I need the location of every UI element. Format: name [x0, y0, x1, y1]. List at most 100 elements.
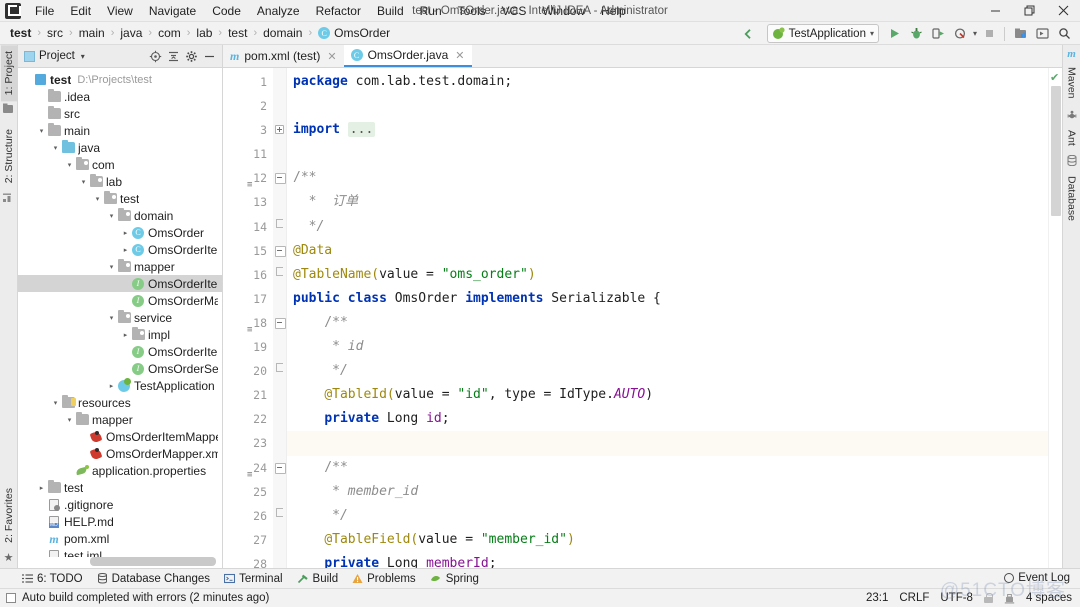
updates-icon[interactable] [1032, 24, 1052, 44]
tree-expand-arrow-icon[interactable]: ▾ [50, 144, 61, 152]
tree-item[interactable]: ▸COmsOrder [18, 224, 222, 241]
line-number[interactable]: 28 [223, 552, 273, 568]
maximize-restore-button[interactable] [1012, 0, 1046, 22]
line-number[interactable]: 21 [223, 383, 273, 407]
fold-expand-icon[interactable] [275, 125, 284, 134]
line-number[interactable]: 14 [223, 215, 273, 239]
run-configuration-selector[interactable]: TestApplication ▾ [767, 24, 879, 43]
sidebar-tab-database[interactable]: Database [1064, 171, 1080, 226]
code-line[interactable] [287, 94, 1048, 118]
breadcrumb-item-main[interactable]: main [77, 25, 107, 41]
menu-item-window[interactable]: Window [534, 1, 593, 21]
menu-item-view[interactable]: View [99, 1, 141, 21]
tree-expand-arrow-icon[interactable]: ▾ [64, 161, 75, 169]
code-text-area[interactable]: package com.lab.test.domain; import ... /*… [287, 68, 1048, 568]
line-number[interactable]: 24≡ [223, 456, 273, 480]
line-number[interactable]: 25 [223, 480, 273, 504]
tree-item[interactable]: testD:\Projects\test [18, 71, 222, 88]
tree-item[interactable]: IOmsOrderServic [18, 360, 222, 377]
tree-item[interactable]: ▾mapper [18, 411, 222, 428]
tree-item[interactable]: ▾test [18, 190, 222, 207]
menu-item-code[interactable]: Code [204, 1, 249, 21]
tree-expand-arrow-icon[interactable]: ▾ [64, 416, 75, 424]
menu-item-analyze[interactable]: Analyze [249, 1, 308, 21]
project-panel-chevron-icon[interactable]: ▾ [81, 52, 85, 61]
sidebar-tab-maven[interactable]: Maven [1064, 62, 1080, 104]
tree-item[interactable]: application.properties [18, 462, 222, 479]
tree-item[interactable]: ▾resources [18, 394, 222, 411]
editor-scrollbar[interactable]: ✔ [1048, 68, 1062, 568]
tree-item[interactable]: .gitignore [18, 496, 222, 513]
tree-item[interactable]: mpom.xml [18, 530, 222, 547]
code-line[interactable]: private Long memberId; [287, 552, 1048, 568]
code-line[interactable]: import ... [287, 118, 1048, 142]
menu-item-tools[interactable]: Tools [450, 1, 494, 21]
tree-expand-arrow-icon[interactable]: ▾ [36, 127, 47, 135]
menu-item-vcs[interactable]: VCS [494, 1, 535, 21]
code-line[interactable]: */ [287, 504, 1048, 528]
sidebar-tab-structure[interactable]: 2: Structure [1, 123, 17, 189]
tree-item[interactable]: src [18, 105, 222, 122]
code-line[interactable]: private Long id; [287, 407, 1048, 431]
menu-item-run[interactable]: Run [412, 1, 450, 21]
fold-collapse-icon[interactable] [275, 463, 284, 473]
line-number[interactable]: 18≡ [223, 311, 273, 335]
line-number[interactable]: 17 [223, 287, 273, 311]
tree-item[interactable]: OmsOrderMapper.xml [18, 445, 222, 462]
tree-item[interactable]: ▸TestApplication [18, 377, 222, 394]
code-line[interactable]: package com.lab.test.domain; [287, 70, 1048, 94]
tree-item[interactable]: ▸impl [18, 326, 222, 343]
minimize-button[interactable] [978, 0, 1012, 22]
debug-button[interactable] [907, 24, 927, 44]
tree-expand-arrow-icon[interactable]: ▾ [50, 399, 61, 407]
breadcrumb-item-domain[interactable]: domain [261, 25, 304, 41]
sidebar-tab-ant[interactable]: Ant [1064, 125, 1080, 151]
code-folding-gutter[interactable] [273, 68, 287, 568]
breadcrumb-item-src[interactable]: src [45, 25, 65, 41]
menu-item-navigate[interactable]: Navigate [141, 1, 204, 21]
line-number[interactable]: 26 [223, 504, 273, 528]
project-tree[interactable]: testD:\Projects\test.ideasrc▾main▾java▾c… [18, 68, 222, 557]
tree-item[interactable]: ▸test [18, 479, 222, 496]
line-number[interactable]: 16 [223, 263, 273, 287]
line-separator[interactable]: CRLF [899, 592, 929, 604]
tree-expand-arrow-icon[interactable]: ▾ [106, 263, 117, 271]
menu-item-help[interactable]: Help [593, 1, 634, 21]
line-number[interactable]: 12≡ [223, 166, 273, 190]
sidebar-tab-favorites[interactable]: 2: Favorites [1, 482, 17, 549]
close-icon[interactable]: ✕ [327, 50, 336, 63]
indent-setting[interactable]: 4 spaces [1026, 592, 1072, 604]
tool-window-button-spring[interactable]: Spring [430, 573, 479, 585]
line-number[interactable]: 23 [223, 431, 273, 455]
tree-expand-arrow-icon[interactable]: ▾ [106, 314, 117, 322]
breadcrumb-item-com[interactable]: com [156, 25, 183, 41]
tree-item[interactable]: IOmsOrderItemS [18, 343, 222, 360]
tree-item[interactable]: ▾java [18, 139, 222, 156]
run-with-coverage-button[interactable] [929, 24, 949, 44]
profile-button[interactable] [951, 24, 971, 44]
lock-icon[interactable] [984, 593, 993, 603]
profile-chevron-icon[interactable]: ▾ [973, 29, 977, 38]
code-line[interactable]: * member_id [287, 480, 1048, 504]
code-line[interactable]: @TableName(value = "oms_order") [287, 263, 1048, 287]
line-number[interactable]: 15 [223, 239, 273, 263]
tool-window-button-todo[interactable]: 6: TODO [22, 573, 83, 585]
locate-icon[interactable] [147, 48, 164, 65]
breadcrumb-item-java[interactable]: java [118, 25, 144, 41]
tree-item[interactable]: ▾domain [18, 207, 222, 224]
code-line[interactable]: * 订单 [287, 190, 1048, 214]
project-structure-button[interactable] [1010, 24, 1030, 44]
event-log-button[interactable]: Event Log [1004, 572, 1070, 584]
code-line[interactable] [287, 142, 1048, 166]
fold-collapse-icon[interactable] [275, 173, 284, 183]
tree-item[interactable]: HELP.md [18, 513, 222, 530]
settings-gear-icon[interactable] [183, 48, 200, 65]
menu-item-refactor[interactable]: Refactor [308, 1, 369, 21]
tree-item[interactable]: IOmsOrderItemM [18, 275, 222, 292]
vcs-icon[interactable] [1004, 593, 1015, 604]
editor-tab[interactable]: COmsOrder.java✕ [344, 45, 472, 67]
code-line[interactable]: /** [287, 456, 1048, 480]
line-number[interactable]: 2 [223, 94, 273, 118]
tree-item[interactable]: ▾com [18, 156, 222, 173]
tool-window-button-databasechanges[interactable]: Database Changes [97, 573, 210, 585]
